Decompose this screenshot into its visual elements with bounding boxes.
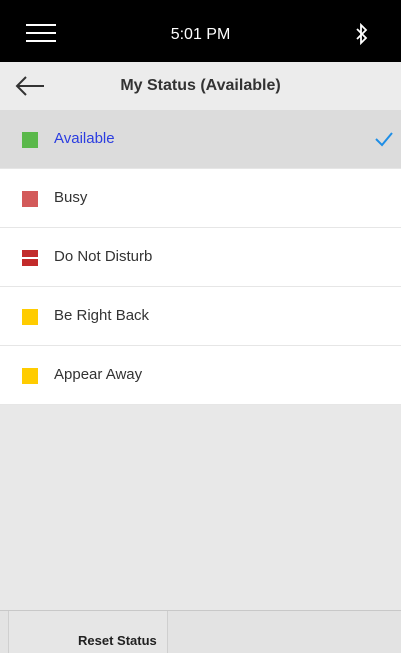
checkmark-icon <box>375 132 393 147</box>
status-color-swatch <box>22 309 38 325</box>
status-label: Be Right Back <box>54 307 150 324</box>
status-label: Do Not Disturb <box>54 248 153 265</box>
status-bar: 5:01 PM <box>0 0 401 62</box>
page-title: My Status (Available) <box>120 77 281 94</box>
bluetooth-icon <box>356 23 368 45</box>
status-color-swatch <box>22 191 38 207</box>
status-color-swatch <box>22 132 38 148</box>
do-not-disturb-icon <box>22 250 38 266</box>
status-item-appear-away[interactable]: Appear Away <box>0 346 401 405</box>
status-label: Available <box>54 130 115 147</box>
status-color-swatch <box>22 368 38 384</box>
status-label: Busy <box>54 189 88 206</box>
status-label: Appear Away <box>54 366 143 383</box>
clock: 5:01 PM <box>170 26 231 43</box>
phone-screen: 5:01 PM My Status (Available) Available … <box>0 0 401 653</box>
page-header: My Status (Available) <box>0 62 401 110</box>
status-item-busy[interactable]: Busy <box>0 169 401 228</box>
status-item-available[interactable]: Available <box>0 110 401 169</box>
footer-bar: Reset Status <box>0 610 401 653</box>
status-item-do-not-disturb[interactable]: Do Not Disturb <box>0 228 401 287</box>
status-item-be-right-back[interactable]: Be Right Back <box>0 287 401 346</box>
empty-area <box>0 405 401 610</box>
reset-status-label: Reset Status <box>78 633 157 648</box>
status-list: Available Busy Do Not Disturb Be Right B… <box>0 110 401 405</box>
